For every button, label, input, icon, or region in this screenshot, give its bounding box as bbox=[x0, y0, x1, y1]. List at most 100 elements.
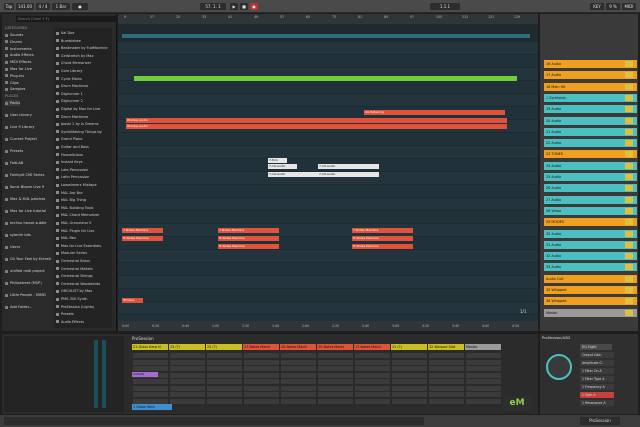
track-header[interactable]: 19 Audio bbox=[544, 105, 637, 114]
browser-file-item[interactable]: Instant Keys bbox=[56, 159, 110, 166]
track-mute-button[interactable] bbox=[625, 151, 633, 158]
clip-slot[interactable] bbox=[280, 397, 317, 405]
place-item[interactable]: sylenth bits bbox=[5, 232, 31, 238]
track-header[interactable]: Audio Cult bbox=[544, 274, 637, 283]
track-lane[interactable] bbox=[118, 55, 538, 67]
category-item[interactable]: Clips bbox=[5, 80, 19, 86]
browser-file-item[interactable]: MAL Granulator II bbox=[56, 220, 110, 227]
clip-slot[interactable] bbox=[243, 397, 280, 405]
browser-file-item[interactable]: Grand Piano bbox=[56, 136, 110, 143]
track-header[interactable]: 21 Audio bbox=[544, 127, 637, 136]
arrangement-clip[interactable]: 7-Tom bbox=[268, 158, 287, 163]
track-mute-button[interactable] bbox=[625, 241, 633, 248]
browser-file-item[interactable]: Presets bbox=[56, 311, 110, 318]
place-item[interactable]: Fairlight CMI Series bbox=[5, 172, 44, 178]
tempo-field[interactable]: 141.00 bbox=[16, 3, 34, 10]
device-parameter[interactable]: 1 Frequency A bbox=[580, 384, 614, 390]
browser-file-item[interactable]: Cellstretch by Max bbox=[56, 53, 110, 60]
browser-file-item[interactable]: Guitar and Bass bbox=[56, 144, 110, 151]
track-header[interactable]: 32 Audio bbox=[544, 252, 637, 261]
track-mute-button[interactable] bbox=[625, 196, 633, 203]
browser-file-item[interactable]: Orchestral Strings bbox=[56, 273, 110, 280]
browser-file-item[interactable]: ProSession (Lights) bbox=[56, 304, 110, 311]
category-item[interactable]: Instruments bbox=[5, 46, 32, 52]
browser-file-item[interactable]: Core Library bbox=[56, 68, 110, 75]
track-mute-button[interactable] bbox=[625, 106, 633, 113]
place-item[interactable]: Current Project bbox=[5, 136, 37, 142]
track-lane[interactable] bbox=[118, 211, 538, 223]
track-lane[interactable] bbox=[118, 276, 538, 288]
browser-file-item[interactable]: Kai Doe bbox=[56, 30, 110, 37]
clip-slot[interactable] bbox=[169, 397, 206, 405]
browser-file-item[interactable]: Orchestral Woodwinds bbox=[56, 281, 110, 288]
session-clip[interactable]: Auto(8) bbox=[132, 372, 158, 377]
track-mute-button[interactable] bbox=[625, 298, 633, 305]
play-button[interactable]: ▶ bbox=[230, 3, 238, 10]
place-item[interactable]: User Library bbox=[5, 112, 32, 118]
browser-file-item[interactable]: Digirunner 1 bbox=[56, 91, 110, 98]
browser-file-item[interactable]: Orchestral Brass bbox=[56, 258, 110, 265]
arrangement-clip[interactable]: 7-Notes Machine bbox=[352, 228, 413, 233]
track-mute-button[interactable] bbox=[625, 140, 633, 147]
track-lane[interactable] bbox=[118, 263, 538, 275]
browser-file-item[interactable]: MAL Plugin for Live bbox=[56, 228, 110, 235]
track-mute-button[interactable] bbox=[625, 219, 633, 226]
browser-file-item[interactable]: MAL Building Tools bbox=[56, 205, 110, 212]
clip-slot[interactable] bbox=[354, 397, 391, 405]
arrangement-clip[interactable]: 7-Notes Machine bbox=[122, 228, 163, 233]
arrangement-clip[interactable]: Tr-Notes Machine bbox=[122, 236, 163, 241]
loop-brace[interactable] bbox=[122, 34, 530, 38]
track-mute-button[interactable] bbox=[625, 174, 633, 180]
place-item[interactable]: Live 9 Library bbox=[5, 124, 34, 130]
category-item[interactable]: Max for Live bbox=[5, 66, 32, 72]
session-track-header[interactable]: 21-Glass Harp N bbox=[132, 344, 168, 350]
place-item[interactable]: FaitLAB bbox=[5, 160, 23, 166]
track-lane[interactable] bbox=[118, 237, 538, 249]
session-track-header[interactable]: 17-Notes Machi bbox=[354, 344, 390, 350]
beat-ruler[interactable]: 9 17 25 33 41 49 57 65 73 81 89 97 105 113 121 129 bbox=[118, 14, 538, 24]
track-header[interactable]: 29 MODES bbox=[544, 218, 637, 227]
track-lane[interactable] bbox=[118, 289, 538, 301]
track-header[interactable]: 33 Audio bbox=[544, 263, 637, 272]
session-track-header[interactable]: Master bbox=[465, 344, 501, 350]
track-mute-button[interactable] bbox=[625, 275, 633, 282]
arrangement-clip[interactable]: 7-Notes Machine bbox=[218, 228, 279, 233]
category-item[interactable]: MIDI Effects bbox=[5, 59, 31, 65]
device-name[interactable]: EQ Eight bbox=[580, 344, 612, 350]
track-mute-button[interactable] bbox=[625, 253, 633, 260]
category-item[interactable]: Audio Effects bbox=[5, 52, 34, 58]
place-item[interactable]: Packs bbox=[5, 100, 21, 106]
track-lane[interactable] bbox=[118, 224, 538, 236]
browser-file-item[interactable]: Cycle Mains bbox=[56, 76, 110, 83]
browser-file-item[interactable]: Latin Percussion bbox=[56, 174, 110, 181]
arrangement-clip[interactable]: Windup bbox=[122, 298, 143, 303]
track-header[interactable]: 22 Audio bbox=[544, 139, 637, 148]
arrangement-clip[interactable]: Tr-Notes Machine bbox=[352, 236, 413, 241]
track-lane[interactable] bbox=[118, 81, 538, 93]
track-mute-button[interactable] bbox=[625, 128, 633, 135]
arrangement-clip[interactable] bbox=[134, 76, 517, 81]
track-header[interactable]: 24 Audio bbox=[544, 161, 637, 170]
track-mute-button[interactable] bbox=[625, 162, 633, 169]
place-item[interactable]: Max for Live tutorial bbox=[5, 208, 46, 214]
track-lane[interactable] bbox=[118, 250, 538, 262]
browser-file-item[interactable]: Lowwinners Mixtape bbox=[56, 182, 110, 189]
stop-button[interactable]: ■ bbox=[240, 3, 248, 10]
browser-file-item[interactable]: Drum Machines bbox=[56, 83, 110, 90]
clip-slot[interactable] bbox=[391, 397, 428, 405]
place-item[interactable]: Presets bbox=[5, 148, 23, 154]
track-mute-button[interactable] bbox=[625, 207, 633, 214]
track-mute-button[interactable] bbox=[625, 309, 633, 316]
track-header[interactable]: 20 Audio bbox=[544, 116, 637, 125]
arrangement-clip[interactable]: Windup Audio bbox=[126, 124, 507, 129]
track-header[interactable]: 36 Whipped bbox=[544, 297, 637, 306]
place-item[interactable]: techno house subtle bbox=[5, 220, 47, 226]
arrangement-clip[interactable]: 44-Fattening bbox=[364, 110, 505, 115]
track-mute-button[interactable] bbox=[625, 185, 633, 192]
device-parameter[interactable]: 1 Filter Type A bbox=[580, 376, 614, 382]
track-header[interactable]: 18 Main Hit bbox=[544, 82, 637, 91]
browser-file-item[interactable]: Chord Memorizer bbox=[56, 60, 110, 67]
time-ruler[interactable]: 0:00 0:20 0:40 1:00 1:20 1:40 2:00 2:20 2:40 3:00… bbox=[118, 321, 538, 331]
browser-file-item[interactable]: Houselicious bbox=[56, 152, 110, 159]
track-mute-button[interactable] bbox=[625, 230, 633, 237]
